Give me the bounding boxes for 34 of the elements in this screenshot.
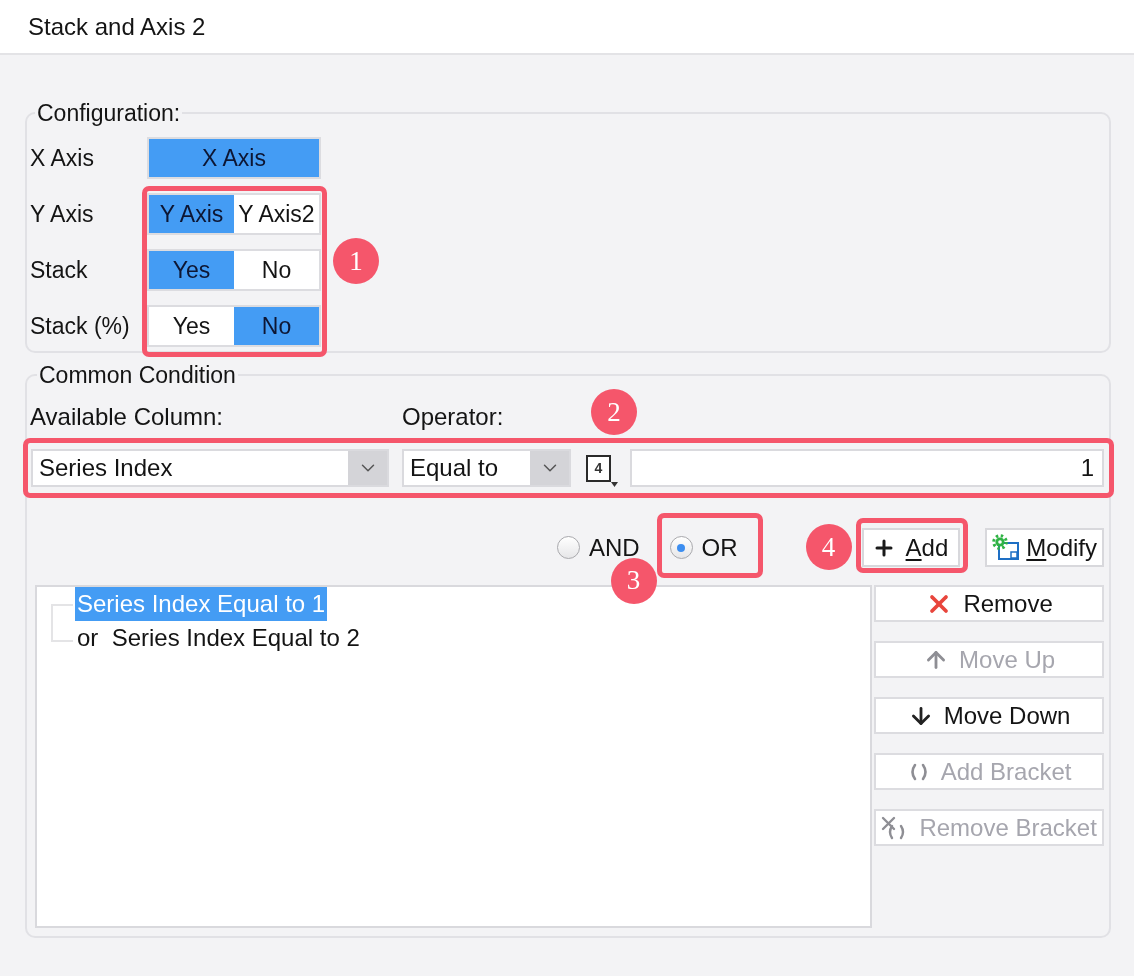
operator-select[interactable]: Equal to: [402, 449, 571, 487]
window-title: Stack and Axis 2: [28, 12, 206, 41]
row-label: Stack (%): [30, 312, 130, 340]
row-label: Y Axis: [30, 200, 94, 228]
field-label: Operator:: [402, 405, 504, 429]
add-button[interactable]: Add: [861, 528, 961, 567]
toggle-option[interactable]: No: [234, 307, 319, 345]
toggle-option[interactable]: X Axis: [149, 139, 319, 177]
toggle-option[interactable]: Y Axis: [149, 195, 234, 233]
dropdown-button[interactable]: [348, 451, 387, 485]
value-field[interactable]: 1: [630, 449, 1104, 487]
field-label: Available Column:: [30, 405, 223, 429]
dropdown-button[interactable]: [530, 451, 569, 485]
row-label: X Axis: [30, 144, 94, 172]
gear-window-icon: [992, 534, 1021, 561]
radio-button[interactable]: [556, 536, 580, 559]
tree-line: [51, 604, 73, 642]
modify-button[interactable]: Modify: [985, 528, 1104, 567]
remove-button[interactable]: Remove: [874, 585, 1104, 622]
move-down-button[interactable]: Move Down: [874, 697, 1104, 734]
callout-badge: 4: [805, 524, 852, 570]
row-label: Stack: [30, 256, 88, 284]
list-item[interactable]: or Series Index Equal to 2: [75, 621, 362, 655]
callout-badge: 1: [333, 238, 379, 284]
caret-icon: [611, 482, 618, 487]
group-title: Common Condition: [38, 363, 237, 387]
callout-badge: 3: [610, 557, 657, 604]
callout-badge: 2: [591, 389, 637, 435]
group-title: Configuration:: [36, 101, 182, 125]
number-format-button[interactable]: 4: [586, 454, 611, 482]
radio-button[interactable]: [669, 536, 693, 559]
radio-option[interactable]: OR: [669, 534, 738, 561]
toggle-option[interactable]: Yes: [149, 251, 234, 289]
column-select[interactable]: Series Index: [31, 449, 389, 487]
